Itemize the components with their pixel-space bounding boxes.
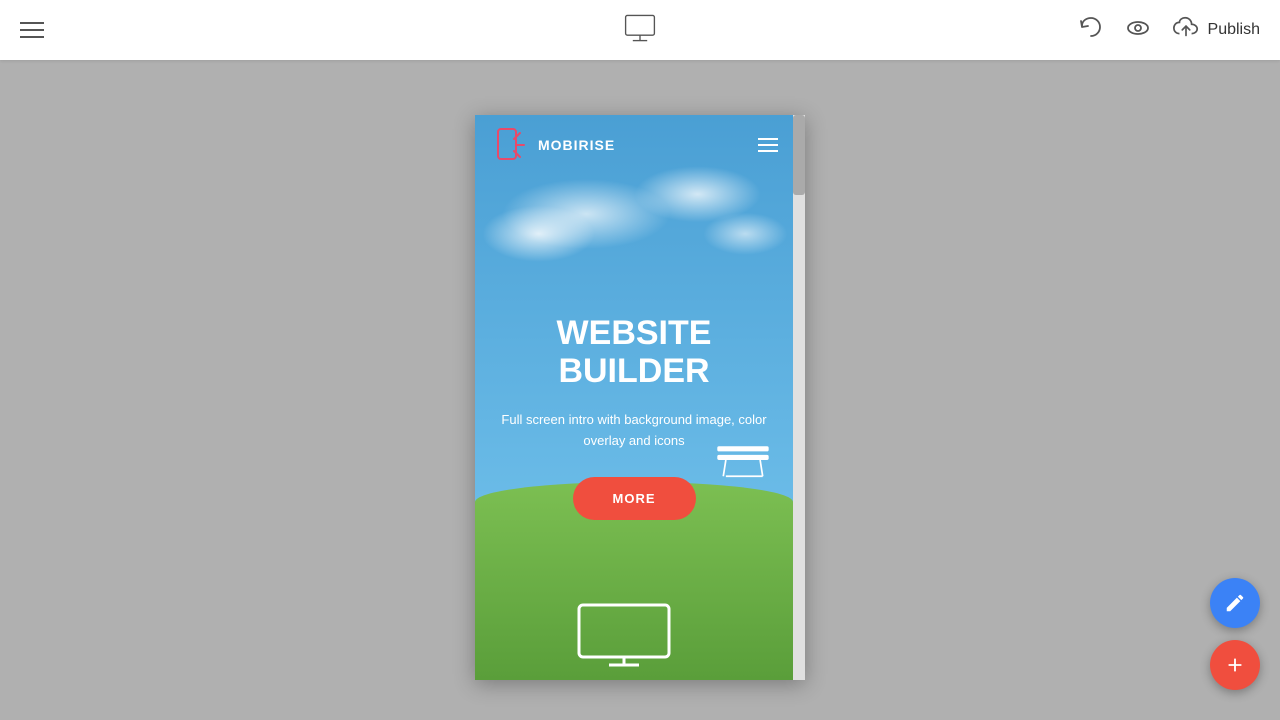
preview-menu-icon <box>758 138 778 152</box>
toolbar-left <box>20 22 44 38</box>
cloud-upload-icon <box>1172 14 1200 47</box>
bench-illustration <box>713 442 773 482</box>
preview-scrollbar[interactable] <box>793 115 805 680</box>
preview-nav: MOBIRISE <box>475 115 793 175</box>
monitor-icon[interactable] <box>622 10 658 51</box>
preview-hero-content: WEBSITE BUILDER Full screen intro with b… <box>495 315 773 519</box>
preview-logo: MOBIRISE <box>490 125 615 165</box>
preview-content: MOBIRISE WEBSITE BUILDER Full screen int… <box>475 115 793 680</box>
undo-icon[interactable] <box>1076 14 1104 47</box>
preview-hero-title: WEBSITE BUILDER <box>495 315 773 390</box>
add-fab-button[interactable] <box>1210 640 1260 690</box>
preview-scrollbar-thumb[interactable] <box>793 115 805 195</box>
canvas: MOBIRISE WEBSITE BUILDER Full screen int… <box>0 60 1280 720</box>
publish-label: Publish <box>1208 21 1260 39</box>
preview-eye-icon[interactable] <box>1124 14 1152 47</box>
preview-logo-text: MOBIRISE <box>538 137 615 153</box>
toolbar: Publish <box>0 0 1280 60</box>
mobile-preview-frame: MOBIRISE WEBSITE BUILDER Full screen int… <box>475 115 805 680</box>
publish-button[interactable]: Publish <box>1172 14 1260 47</box>
toolbar-right: Publish <box>1076 14 1260 47</box>
preview-more-button[interactable]: MORE <box>573 477 696 520</box>
fab-container <box>1210 578 1260 690</box>
menu-icon[interactable] <box>20 22 44 38</box>
toolbar-center <box>622 10 658 51</box>
edit-fab-button[interactable] <box>1210 578 1260 628</box>
preview-hero: MOBIRISE WEBSITE BUILDER Full screen int… <box>475 115 793 680</box>
